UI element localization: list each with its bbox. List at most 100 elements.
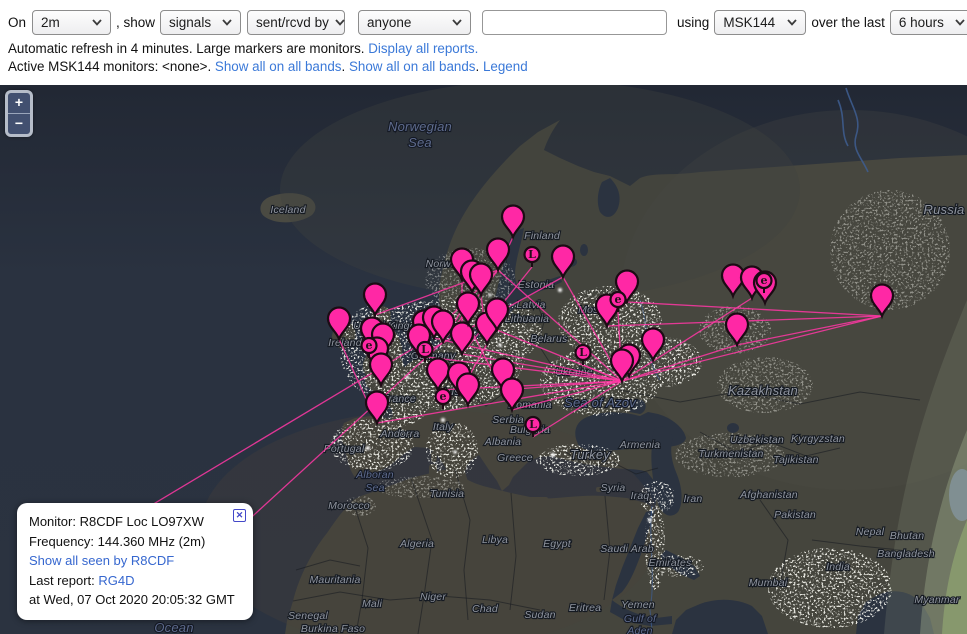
map-label: Algeria <box>399 538 434 550</box>
timespan-select[interactable]: 6 hours <box>889 9 967 35</box>
last-report-callsign-link[interactable]: RG4D <box>98 573 134 588</box>
zoom-in-button[interactable]: + <box>8 93 30 113</box>
map-label: Alboran <box>355 469 394 481</box>
svg-text:L: L <box>528 248 536 261</box>
map-label: Niger <box>420 591 446 603</box>
map-label: Syria <box>601 482 626 494</box>
zoom-control: + − <box>5 90 33 137</box>
svg-text:L: L <box>529 418 537 431</box>
map-label: Senegal <box>288 610 328 622</box>
map-canvas[interactable]: Norwegian Sea Iceland Russia Norway Finland Es… <box>0 85 967 634</box>
map-label: Pakistan <box>774 509 816 521</box>
band-select-value: 2m <box>41 14 60 30</box>
map-label: Iceland <box>270 204 306 216</box>
map-label: Sea <box>408 135 432 150</box>
map-label: Ireland <box>328 337 362 349</box>
map-label: Sea of Azov <box>564 395 637 410</box>
last-report-label: Last report: <box>29 572 99 588</box>
map-label: Eritrea <box>569 602 601 614</box>
map-label: Nepal <box>856 526 885 538</box>
svg-text:e: e <box>366 339 373 352</box>
map-label: Gulf of <box>624 613 657 625</box>
map-label: Sudan <box>524 609 555 621</box>
popup-frequency-line: Frequency: 144.360 MHz (2m) <box>29 533 206 549</box>
chevron-down-icon <box>335 18 345 26</box>
show-all-bands-link-2[interactable]: Show all on all bands <box>349 59 476 74</box>
map-label: Armenia <box>619 439 661 451</box>
timespan-select-value: 6 hours <box>898 14 944 30</box>
map-label: Finland <box>524 230 561 242</box>
map-label: Emirates <box>648 557 692 569</box>
map-label: Kyrgyzstan <box>791 433 845 445</box>
popup-timestamp-line: at Wed, 07 Oct 2020 20:05:32 GMT <box>29 592 235 607</box>
mode-select-value: MSK144 <box>723 14 776 30</box>
map-label: Chad <box>472 603 499 615</box>
direction-select[interactable]: sent/rcvd by <box>247 9 346 35</box>
popup-last-report-line: Last report: RG4D <box>29 571 241 591</box>
map-label: Lithuania <box>505 313 549 325</box>
map-label: Andorra <box>380 428 420 440</box>
map-label: Russia <box>924 202 965 217</box>
separator: . <box>475 59 483 74</box>
what-select[interactable]: signals <box>160 9 242 35</box>
close-icon[interactable]: ✕ <box>233 509 246 522</box>
over-the-last-label: over the last <box>811 14 885 30</box>
map-label: India <box>826 561 850 573</box>
who-select[interactable]: anyone <box>358 9 472 35</box>
zoom-out-button[interactable]: − <box>8 113 30 134</box>
callsign-input[interactable] <box>482 9 668 35</box>
svg-text:L: L <box>421 343 429 356</box>
svg-text:L: L <box>579 346 587 359</box>
map-label: Kazakhstan <box>728 383 798 398</box>
refresh-status-text: Automatic refresh in 4 minutes. Large ma… <box>8 41 369 56</box>
map-label: Egypt <box>543 538 572 550</box>
mode-select[interactable]: MSK144 <box>714 9 807 35</box>
map-label: Turkmenistan <box>698 448 763 460</box>
map-label: Aden <box>626 625 652 634</box>
popup-monitor-line: Monitor: R8CDF Loc LO97XW <box>29 514 204 529</box>
toolbar: On 2m , show signals sent/rcvd by anyone… <box>0 0 967 85</box>
show-all-bands-link-1[interactable]: Show all on all bands <box>215 59 342 74</box>
band-select[interactable]: 2m <box>32 9 112 35</box>
who-select-value: anyone <box>367 14 412 30</box>
map-label: Libya <box>482 534 508 546</box>
what-select-value: signals <box>169 14 212 30</box>
map-label: Italy <box>433 421 454 433</box>
direction-select-value: sent/rcvd by <box>256 14 329 30</box>
map-label: Bangladesh <box>877 548 934 560</box>
map-label: Bhutan <box>890 530 924 542</box>
map-label: Greece <box>497 452 533 464</box>
display-all-reports-link[interactable]: Display all reports. <box>368 41 478 56</box>
chevron-down-icon <box>955 18 965 26</box>
map-label: Burkina Faso <box>301 623 365 634</box>
map-label: Yemen <box>621 599 655 611</box>
map-label: Turkey <box>570 447 611 462</box>
map-label: Ocean <box>154 620 193 634</box>
filter-row: On 2m , show signals sent/rcvd by anyone… <box>0 0 967 37</box>
chevron-down-icon <box>452 18 462 26</box>
status-line-1: Automatic refresh in 4 minutes. Large ma… <box>0 37 967 56</box>
map-label: Tunisia <box>430 488 464 500</box>
map-label: Albania <box>484 436 521 448</box>
legend-link[interactable]: Legend <box>483 59 528 74</box>
svg-text:e: e <box>615 293 622 306</box>
svg-text:e: e <box>440 390 447 403</box>
map-label: Afghanistan <box>739 489 798 501</box>
chevron-down-icon <box>222 18 232 26</box>
map-label: Mauritania <box>309 574 360 586</box>
map-label: Sea <box>365 482 384 494</box>
map-label: Norwegian <box>388 119 452 134</box>
map-label: Mali <box>362 598 383 610</box>
active-monitors-text: Active MSK144 monitors: <none>. <box>8 59 215 74</box>
on-label: On <box>8 14 27 30</box>
separator: . <box>341 59 349 74</box>
map-label: Mumbai <box>749 577 788 589</box>
map-label: Myanmar <box>914 594 959 606</box>
pskreporter-page: { "toolbar": { "on_label": "On", "band":… <box>0 0 967 634</box>
show-all-seen-link[interactable]: Show all seen by R8CDF <box>29 553 174 568</box>
map-label: Uzbekistan <box>730 434 784 446</box>
chevron-down-icon <box>92 18 102 26</box>
map-label: Saudi Arab <box>600 543 654 555</box>
show-label: , show <box>116 14 156 30</box>
status-line-2: Active MSK144 monitors: <none>. Show all… <box>0 56 967 74</box>
